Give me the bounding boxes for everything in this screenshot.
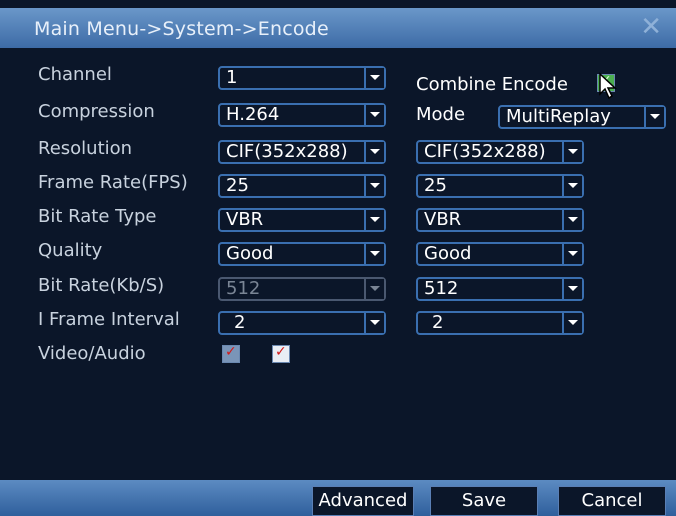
label-compression: Compression xyxy=(38,101,155,122)
label-channel: Channel xyxy=(38,64,112,85)
resolution-select[interactable]: CIF(352x288) xyxy=(218,140,386,164)
chevron-down-icon[interactable] xyxy=(562,176,582,196)
chevron-down-icon[interactable] xyxy=(562,279,582,299)
label-mode: Mode xyxy=(416,104,466,125)
resolution-value: CIF(352x288) xyxy=(226,141,348,162)
audio-checkbox[interactable]: ✓ xyxy=(272,344,290,363)
close-icon[interactable]: ✕ xyxy=(640,14,662,40)
extra-quality-select[interactable]: Good xyxy=(416,242,584,266)
save-button[interactable]: Save xyxy=(430,486,538,516)
chevron-down-icon[interactable] xyxy=(364,142,384,162)
chevron-down-icon[interactable] xyxy=(364,176,384,196)
i-frame-interval-select[interactable]: 2 xyxy=(218,311,386,335)
chevron-down-icon[interactable] xyxy=(364,68,384,88)
video-checkbox[interactable]: ✓ xyxy=(222,344,240,363)
label-video-audio: Video/Audio xyxy=(38,343,146,364)
checkmark-icon: ✓ xyxy=(275,344,287,360)
bit-rate-type-select[interactable]: VBR xyxy=(218,208,386,232)
extra-i-frame-interval-value: 2 xyxy=(432,312,444,333)
chevron-down-icon[interactable] xyxy=(562,313,582,333)
mode-value: MultiReplay xyxy=(506,106,611,127)
extra-bit-rate-select[interactable]: 512 xyxy=(416,277,584,301)
extra-bit-rate-type-select[interactable]: VBR xyxy=(416,208,584,232)
label-bit-rate-type: Bit Rate Type xyxy=(38,206,157,227)
cancel-button[interactable]: Cancel xyxy=(558,486,666,516)
channel-select[interactable]: 1 xyxy=(218,66,386,90)
compression-select[interactable]: H.264 xyxy=(218,103,386,127)
label-frame-rate: Frame Rate(FPS) xyxy=(38,172,188,193)
extra-bit-rate-type-value: VBR xyxy=(424,209,462,230)
label-i-frame-interval: I Frame Interval xyxy=(38,309,180,330)
frame-rate-value: 25 xyxy=(226,175,249,196)
chevron-down-icon[interactable] xyxy=(562,244,582,264)
bit-rate-value: 512 xyxy=(226,278,261,299)
extra-frame-rate-value: 25 xyxy=(424,175,447,196)
chevron-down-icon[interactable] xyxy=(562,210,582,230)
extra-frame-rate-select[interactable]: 25 xyxy=(416,174,584,198)
chevron-down-icon[interactable] xyxy=(364,313,384,333)
chevron-down-icon[interactable] xyxy=(364,244,384,264)
chevron-down-icon[interactable] xyxy=(562,142,582,162)
quality-value: Good xyxy=(226,243,274,264)
extra-bit-rate-value: 512 xyxy=(424,278,459,299)
title-bar: Main Menu->System->Encode ✕ xyxy=(0,8,676,48)
encode-dialog: Main Menu->System->Encode ✕ Channel Comp… xyxy=(0,0,676,516)
extra-resolution-select[interactable]: CIF(352x288) xyxy=(416,140,584,164)
label-combine-encode: Combine Encode xyxy=(416,74,568,95)
chevron-down-icon[interactable] xyxy=(364,210,384,230)
mode-select[interactable]: MultiReplay xyxy=(498,105,666,129)
chevron-down-icon xyxy=(364,279,384,299)
label-resolution: Resolution xyxy=(38,138,133,159)
extra-i-frame-interval-select[interactable]: 2 xyxy=(416,311,584,335)
mouse-pointer-icon xyxy=(599,72,617,100)
checkmark-icon: ✓ xyxy=(225,344,237,360)
advanced-button[interactable]: Advanced xyxy=(312,486,414,516)
i-frame-interval-value: 2 xyxy=(234,312,246,333)
quality-select[interactable]: Good xyxy=(218,242,386,266)
dialog-title: Main Menu->System->Encode xyxy=(34,18,329,40)
bit-rate-type-value: VBR xyxy=(226,209,264,230)
bit-rate-select: 512 xyxy=(218,277,386,301)
label-quality: Quality xyxy=(38,240,103,261)
extra-quality-value: Good xyxy=(424,243,472,264)
extra-resolution-value: CIF(352x288) xyxy=(424,141,546,162)
channel-value: 1 xyxy=(226,67,238,88)
label-bit-rate: Bit Rate(Kb/S) xyxy=(38,275,165,296)
chevron-down-icon[interactable] xyxy=(644,107,664,127)
compression-value: H.264 xyxy=(226,104,280,125)
frame-rate-select[interactable]: 25 xyxy=(218,174,386,198)
chevron-down-icon[interactable] xyxy=(364,105,384,125)
